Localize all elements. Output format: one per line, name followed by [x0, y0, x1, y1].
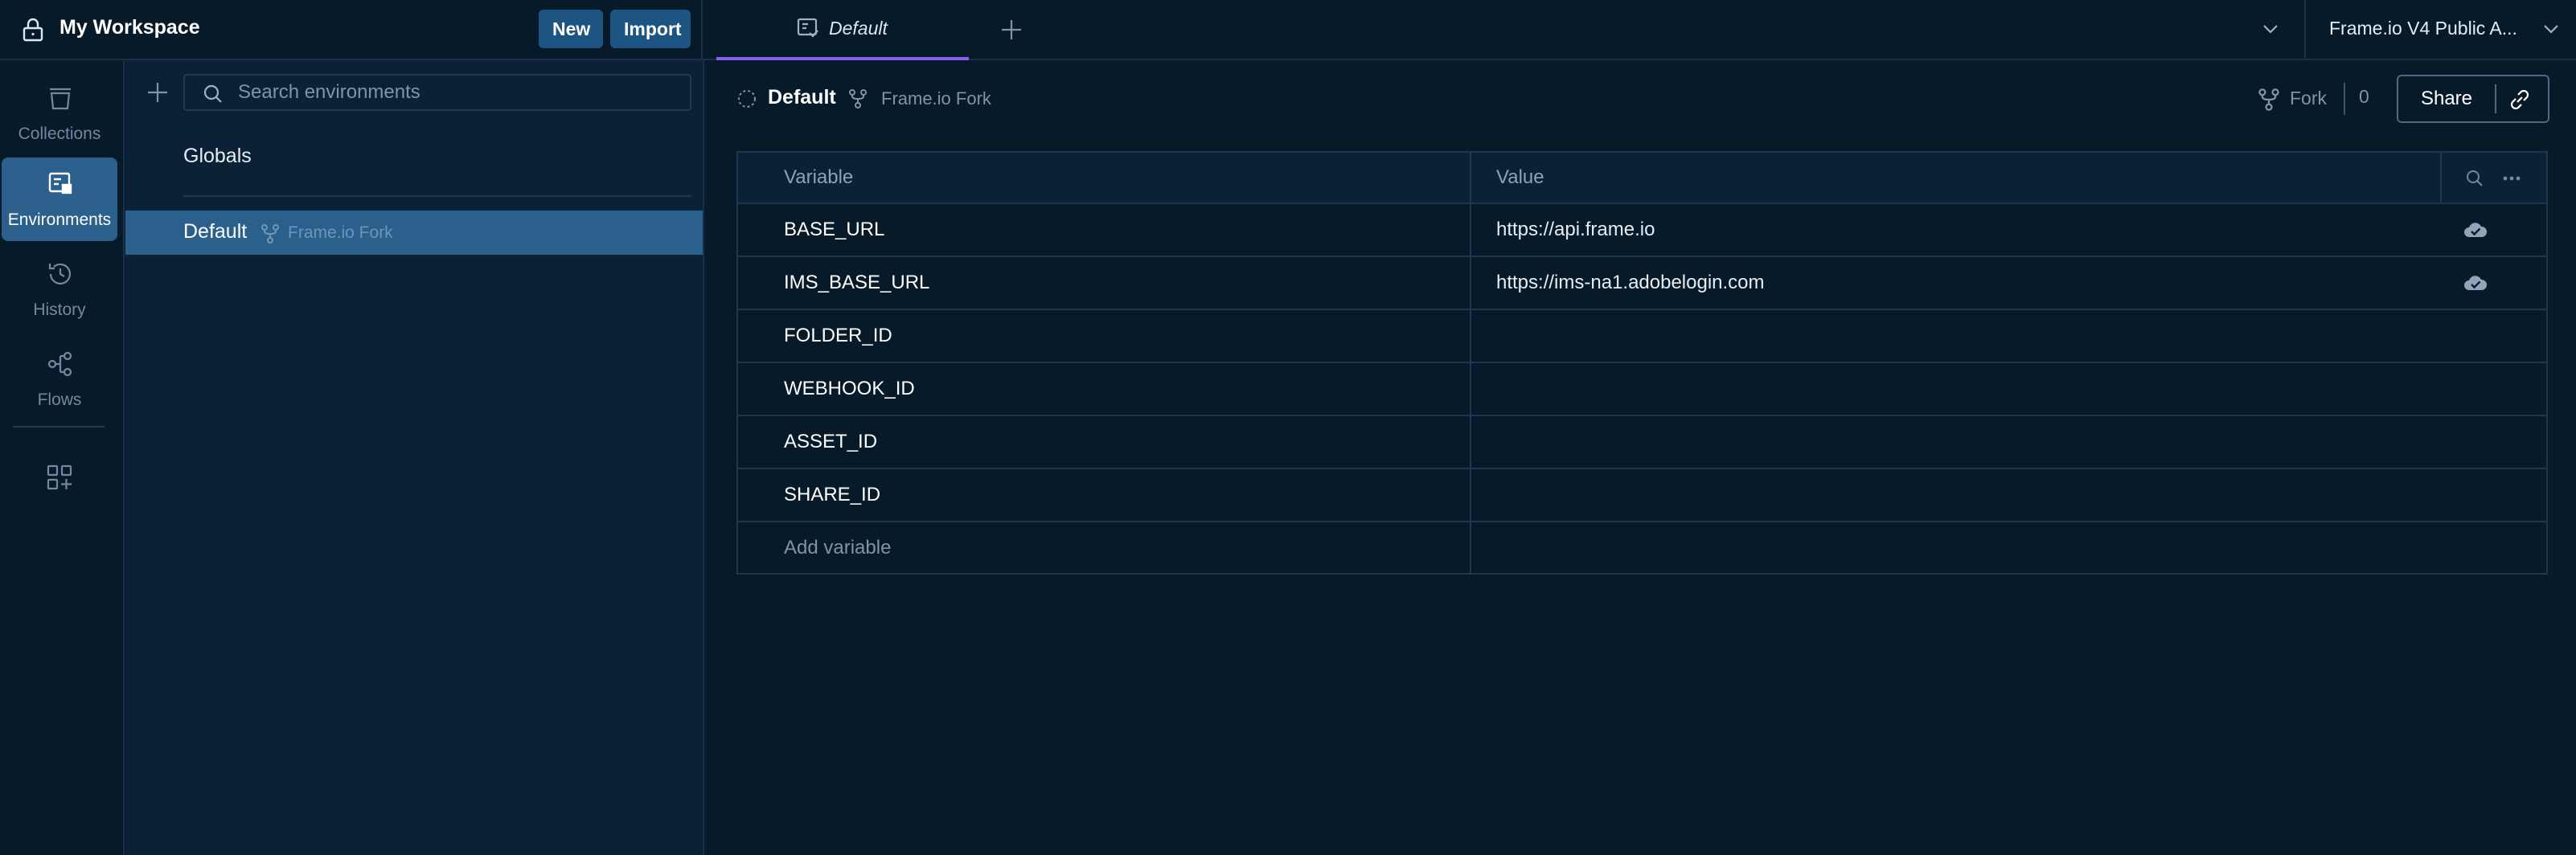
cloud-synced-icon	[2463, 273, 2488, 292]
collections-icon	[47, 84, 74, 112]
flows-icon	[47, 350, 74, 378]
column-header-value: Value	[1496, 166, 1544, 188]
table-row[interactable]: BASE_URL https://api.frame.io	[738, 204, 2546, 257]
new-button[interactable]: New	[539, 10, 603, 48]
fork-source-label: Frame.io Fork	[288, 223, 393, 242]
top-bar: My Workspace New Import Default Frame.io…	[0, 0, 2576, 60]
environments-icon	[47, 170, 74, 198]
main-content: Default Frame.io Fork Fork 0 Share Varia…	[704, 60, 2576, 855]
search-environments[interactable]	[183, 74, 691, 111]
fork-count: 0	[2359, 86, 2369, 107]
workspace-header: My Workspace New Import	[0, 0, 703, 59]
rail-item-collections[interactable]: Collections	[2, 72, 117, 155]
search-icon	[203, 84, 224, 104]
variable-name[interactable]: SHARE_ID	[784, 484, 880, 506]
variable-name[interactable]: IMS_BASE_URL	[784, 272, 929, 294]
table-row[interactable]: ASSET_ID	[738, 416, 2546, 469]
fork-icon	[2258, 88, 2280, 112]
variable-value[interactable]: https://api.frame.io	[1496, 219, 1655, 241]
lock-icon	[22, 18, 44, 42]
environment-name: Default	[183, 220, 248, 243]
table-row[interactable]: FOLDER_ID	[738, 310, 2546, 363]
share-group: Share	[2397, 75, 2549, 123]
add-variable-row[interactable]: Add variable	[738, 522, 2546, 575]
chevron-down-icon[interactable]	[2262, 21, 2279, 37]
divider	[2344, 83, 2345, 115]
column-divider	[1470, 153, 1471, 573]
workspace-selector-label: Frame.io V4 Public A...	[2329, 18, 2517, 39]
search-icon[interactable]	[2465, 169, 2484, 188]
table-header: Variable Value	[738, 153, 2546, 204]
divider	[183, 195, 691, 197]
tab-label: Default	[829, 18, 888, 39]
share-button[interactable]: Share	[2398, 76, 2495, 121]
column-divider	[2440, 153, 2442, 204]
rail-label: Environments	[7, 211, 112, 229]
environment-title: Default	[768, 86, 836, 108]
left-rail: Collections Environments History Flows	[0, 60, 125, 855]
environments-panel: Globals Default Frame.io Fork	[125, 60, 704, 855]
workspace-title[interactable]: My Workspace	[59, 16, 200, 39]
add-environment-icon[interactable]	[146, 80, 170, 104]
variable-name[interactable]: BASE_URL	[784, 219, 884, 241]
fork-icon	[848, 88, 868, 109]
fork-label: Fork	[2290, 88, 2327, 108]
apps-icon[interactable]	[46, 464, 73, 491]
tab-default[interactable]: Default	[716, 0, 969, 60]
environment-tab-icon	[796, 17, 820, 41]
rail-item-flows[interactable]: Flows	[2, 338, 117, 421]
cloud-synced-icon	[2463, 220, 2488, 239]
add-variable-input[interactable]: Add variable	[784, 537, 891, 559]
fork-source-label[interactable]: Frame.io Fork	[881, 88, 991, 109]
add-tab-icon[interactable]	[999, 18, 1023, 42]
fork-icon	[260, 223, 280, 244]
more-options-icon[interactable]	[2500, 169, 2523, 188]
variable-name[interactable]: WEBHOOK_ID	[784, 378, 915, 400]
rail-label: Collections	[18, 125, 101, 143]
rail-label: History	[33, 301, 86, 319]
column-header-variable: Variable	[784, 166, 854, 188]
variable-value[interactable]: https://ims-na1.adobelogin.com	[1496, 272, 1765, 294]
divider	[2495, 84, 2496, 113]
search-input[interactable]	[238, 76, 680, 109]
import-button[interactable]: Import	[610, 10, 691, 48]
rail-divider	[13, 426, 105, 428]
rail-item-environments[interactable]: Environments	[2, 158, 117, 241]
chevron-down-icon	[2542, 21, 2560, 37]
table-row[interactable]: SHARE_ID	[738, 469, 2546, 522]
variable-name[interactable]: FOLDER_ID	[784, 325, 892, 347]
workspace-selector[interactable]: Frame.io V4 Public A...	[2304, 0, 2576, 59]
table-row[interactable]: IMS_BASE_URL https://ims-na1.adobelogin.…	[738, 257, 2546, 310]
table-row[interactable]: WEBHOOK_ID	[738, 363, 2546, 416]
globals-item[interactable]: Globals	[183, 145, 252, 168]
rail-item-history[interactable]: History	[2, 248, 117, 331]
link-icon[interactable]	[2506, 86, 2533, 113]
environment-item-default[interactable]: Default Frame.io Fork	[125, 211, 703, 255]
variable-name[interactable]: ASSET_ID	[784, 431, 877, 453]
environment-status-icon	[736, 88, 757, 109]
history-icon	[47, 260, 74, 288]
rail-label: Flows	[37, 391, 82, 409]
variables-table: Variable Value BASE_URL https://api.fram…	[736, 151, 2548, 575]
